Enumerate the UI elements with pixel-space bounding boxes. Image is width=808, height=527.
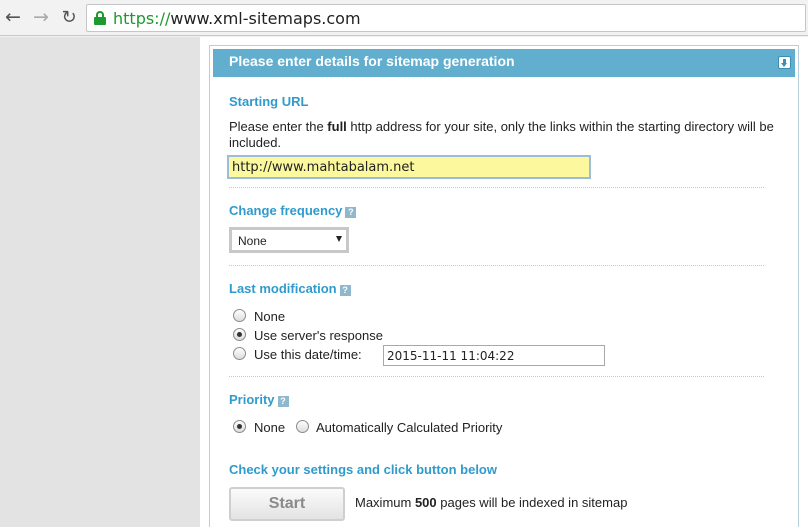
divider [229,187,764,188]
change-frequency-value: None [238,234,267,248]
change-frequency-label: Change frequency [229,203,343,218]
lock-icon [94,11,106,25]
lastmod-date-label: Use this date/time: [254,347,362,362]
address-bar[interactable]: https://www.xml-sitemaps.com [86,4,806,32]
panel-title: Please enter details for sitemap generat… [229,53,515,69]
submit-title: Check your settings and click button bel… [229,462,497,477]
start-button[interactable]: Start [229,487,345,521]
starting-url-title: Starting URL [229,94,309,109]
help-icon[interactable]: ? [345,207,357,218]
divider [229,265,764,266]
max-pages-count: 500 [414,495,437,510]
priority-auto-radio[interactable] [296,420,309,433]
lastmod-datetime-input[interactable] [383,345,605,366]
last-modification-label: Last modification [229,281,337,296]
starting-url-input[interactable] [227,155,591,179]
collapse-icon[interactable] [778,56,791,69]
priority-label: Priority [229,392,275,407]
lastmod-none-radio[interactable] [233,309,246,322]
divider [229,376,764,377]
max-pages-info: Maximum 500 pages will be indexed in sit… [355,495,627,510]
arrow-left-icon[interactable]: ← [2,6,24,28]
lastmod-none-label: None [254,309,286,324]
max-pages-text-2: pages will be indexed in sitemap [436,495,628,510]
page-content: Please enter details for sitemap generat… [0,37,808,527]
arrow-right-icon[interactable]: → [30,6,52,28]
starting-url-description: Please enter the full http address for y… [229,119,799,151]
priority-none-radio[interactable] [233,420,246,433]
help-icon[interactable]: ? [277,396,289,407]
change-frequency-select[interactable]: None [229,227,349,253]
last-modification-title: Last modification? [229,281,351,296]
dropdown-arrow-icon [336,236,342,242]
lastmod-server-label: Use server's response [254,328,383,343]
url-scheme: https:// [113,9,171,28]
help-icon[interactable]: ? [339,285,351,296]
browser-toolbar: ← → ↻ https://www.xml-sitemaps.com [0,0,808,36]
address-bar-url[interactable]: https://www.xml-sitemaps.com [113,9,361,28]
max-pages-text-1: Maximum [355,495,415,510]
url-host: www.xml-sitemaps.com [170,9,361,28]
desc-text-1: Please enter the [229,119,328,134]
priority-auto-label: Automatically Calculated Priority [316,420,503,435]
lastmod-server-radio[interactable] [233,328,246,341]
left-sidebar [0,37,200,527]
panel-header: Please enter details for sitemap generat… [213,49,795,77]
desc-text-bold: full [327,119,347,134]
priority-title: Priority? [229,392,289,407]
priority-none-label: None [254,420,286,435]
change-frequency-title: Change frequency? [229,203,357,218]
reload-icon[interactable]: ↻ [58,6,80,28]
lastmod-date-radio[interactable] [233,347,246,360]
